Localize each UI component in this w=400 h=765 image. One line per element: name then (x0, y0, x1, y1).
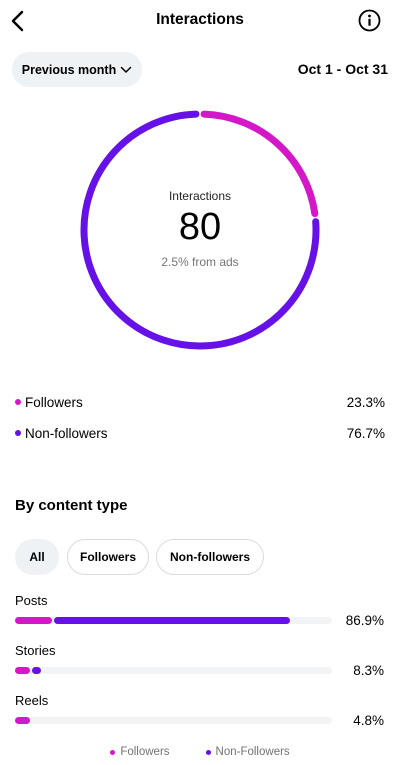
period-label: Previous month (21, 62, 117, 77)
legend-label: Followers (25, 394, 83, 410)
date-range: Oct 1 - Oct 31 (297, 61, 388, 77)
page-title: Interactions (156, 11, 244, 28)
bar-label-posts: Posts (15, 593, 48, 608)
tab-followers[interactable]: Followers (67, 539, 149, 575)
legend-followers: Followers 23.3% (15, 392, 385, 412)
legend-label: Non-followers (25, 425, 108, 441)
bar-pct-reels: 4.8% (353, 713, 384, 728)
reels-followers-bar (15, 717, 31, 724)
stories-non-followers-bar (31, 667, 42, 674)
bar-legend-label: Non-Followers (215, 746, 290, 758)
bar-label-reels: Reels (15, 693, 49, 708)
non-followers-dot-icon (205, 749, 211, 755)
bar-legend-followers: Followers (110, 746, 170, 758)
legend-pct: 76.7% (346, 425, 385, 441)
chevron-down-icon (120, 66, 132, 73)
bar-legend-label: Followers (120, 746, 170, 758)
legend-non-followers: Non-followers 76.7% (15, 423, 385, 443)
section-title: By content type (15, 497, 128, 514)
bar-pct-stories: 8.3% (353, 663, 384, 678)
followers-dot-icon (15, 399, 21, 405)
ads-note: 2.5% from ads (161, 255, 239, 269)
non-followers-dot-icon (15, 430, 21, 436)
tab-non-followers[interactable]: Non-followers (156, 539, 264, 575)
legend-pct: 23.3% (346, 394, 385, 410)
followers-dot-icon (110, 749, 116, 755)
bar-track-stories (15, 667, 332, 674)
period-dropdown[interactable]: Previous month (12, 52, 142, 87)
top-bar: Interactions (0, 0, 400, 42)
interactions-total: 80 (178, 206, 222, 248)
bar-pct-posts: 86.9% (345, 613, 384, 628)
bar-track-reels (15, 717, 332, 724)
bar-track-posts (15, 617, 332, 624)
info-icon[interactable] (358, 9, 381, 32)
stories-followers-bar (15, 667, 30, 674)
bar-legend-non-followers: Non-Followers (205, 746, 290, 758)
posts-followers-bar (15, 617, 53, 624)
bar-label-stories: Stories (15, 643, 56, 658)
posts-non-followers-bar (54, 617, 291, 624)
bar-legend: Followers Non-Followers (0, 746, 400, 758)
donut-label: Interactions (168, 189, 232, 203)
tab-all[interactable]: All (15, 539, 59, 575)
